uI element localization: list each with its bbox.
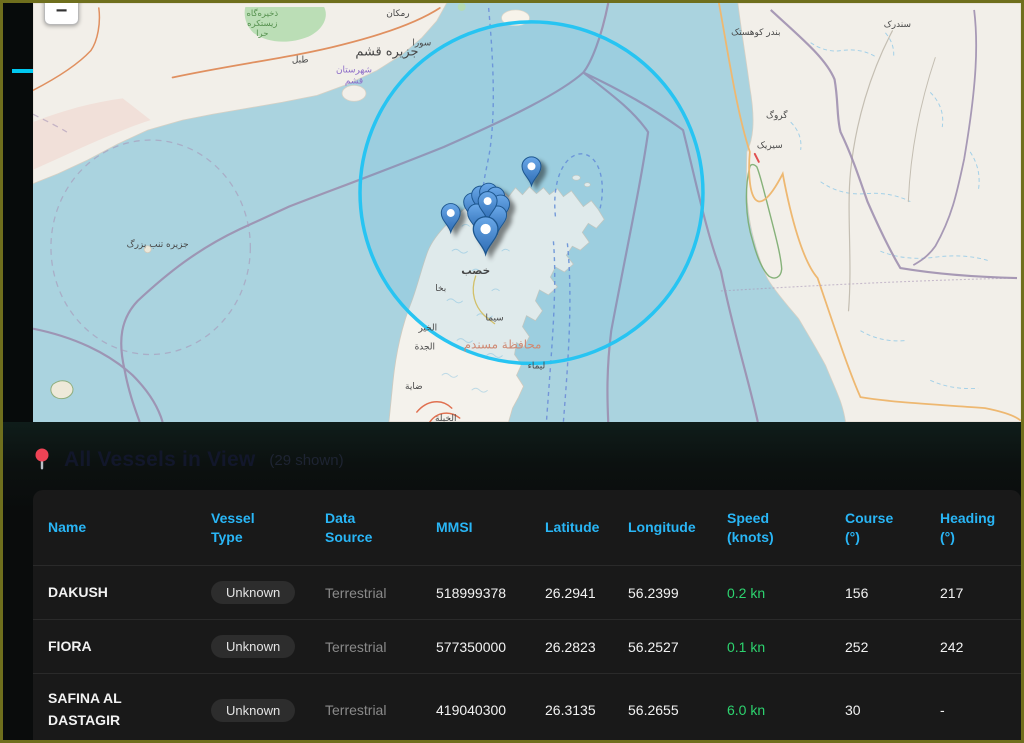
- red-pin-icon: [34, 448, 50, 472]
- mmsi-cell: 419040300: [436, 702, 545, 718]
- label-sondorok: سندرک: [884, 19, 911, 30]
- mmsi-cell: 518999378: [436, 585, 545, 601]
- course-cell: 156: [845, 585, 940, 601]
- vessel-type-badge: Unknown: [211, 699, 295, 722]
- header-longitude: Longitude: [628, 518, 727, 537]
- header-mmsi: MMSI: [436, 518, 545, 537]
- header-name: Name: [48, 518, 211, 537]
- label-bukha: بخا: [435, 284, 446, 294]
- vessel-type-badge: Unknown: [211, 581, 295, 604]
- vessel-name: FIORA: [48, 636, 211, 658]
- label-qeshm-island: جزیره قشم: [355, 45, 418, 60]
- panel-title: All Vessels in View: [64, 448, 255, 472]
- table-row[interactable]: DAKUSH Unknown Terrestrial 518999378 26.…: [33, 565, 1021, 619]
- island-hengam: [342, 85, 366, 101]
- pin-dot: [480, 224, 490, 234]
- label-sirik: سیریک: [757, 141, 783, 151]
- pin-dot: [527, 162, 535, 170]
- label-hara-3: حرا: [256, 28, 268, 38]
- longitude-cell: 56.2655: [628, 702, 727, 718]
- label-bandar-kuhestak: بندر کوهستک: [731, 28, 780, 38]
- vessel-map[interactable]: ذخیره‌گاه زیستکره حرا رمکان سورا جزیره ق…: [33, 3, 1021, 422]
- table-row[interactable]: FIORA Unknown Terrestrial 577350000 26.2…: [33, 619, 1021, 673]
- label-musandam-gov: محافظة مسندم: [464, 338, 542, 352]
- vessel-count: (29 shown): [269, 452, 343, 469]
- speed-cell: 6.0 kn: [727, 702, 845, 718]
- pin-dot: [484, 197, 492, 205]
- latitude-cell: 26.2823: [545, 639, 628, 655]
- label-hara-2: زیستکره: [247, 18, 277, 28]
- course-cell: 30: [845, 702, 940, 718]
- data-source-cell: Terrestrial: [325, 639, 436, 655]
- vessel-table: Name Vessel Type Data Source MMSI Latitu…: [33, 490, 1021, 740]
- vessel-name: DAKUSH: [48, 582, 211, 604]
- vessel-type-cell: Unknown: [211, 581, 325, 604]
- speed-cell: 0.1 kn: [727, 639, 845, 655]
- pin-dot: [447, 209, 455, 217]
- label-sima: سيما: [486, 314, 504, 324]
- label-tabl: طبل: [292, 56, 309, 66]
- label-tunb: جزیره تنب بزرگ: [127, 238, 189, 250]
- vessel-type-badge: Unknown: [211, 635, 295, 658]
- panel-title-row: All Vessels in View (29 shown): [34, 448, 344, 472]
- header-course: Course (°): [845, 509, 940, 547]
- longitude-cell: 56.2399: [628, 585, 727, 601]
- latitude-cell: 26.2941: [545, 585, 628, 601]
- data-source-cell: Terrestrial: [325, 585, 436, 601]
- label-gurug: گروگ: [766, 109, 788, 121]
- label-khublah: الخبلة: [435, 414, 456, 422]
- longitude-cell: 56.2527: [628, 639, 727, 655]
- heading-cell: -: [940, 702, 1021, 718]
- header-latitude: Latitude: [545, 518, 628, 537]
- data-source-cell: Terrestrial: [325, 702, 436, 718]
- heading-cell: 242: [940, 639, 1021, 655]
- header-vessel-type: Vessel Type: [211, 509, 325, 547]
- vessel-type-cell: Unknown: [211, 699, 325, 722]
- mmsi-cell: 577350000: [436, 639, 545, 655]
- label-dayah: ضاية: [405, 382, 423, 392]
- label-khasab: خصب: [461, 265, 490, 277]
- label-limah: ليماء: [528, 361, 546, 371]
- label-qeshm-county-2: قشم: [345, 76, 363, 86]
- table-row[interactable]: SAFINA AL DASTAGIR Unknown Terrestrial 4…: [33, 673, 1021, 740]
- map-canvas: ذخیره‌گاه زیستکره حرا رمکان سورا جزیره ق…: [33, 3, 1021, 422]
- speed-cell: 0.2 kn: [727, 585, 845, 601]
- vessel-name: SAFINA AL DASTAGIR: [48, 688, 211, 731]
- table-header-row: Name Vessel Type Data Source MMSI Latitu…: [33, 490, 1021, 565]
- search-radius-circle: [360, 22, 703, 364]
- label-al-khayr: الخير: [417, 324, 437, 334]
- label-hara-1: ذخیره‌گاه: [246, 8, 278, 18]
- heading-cell: 217: [940, 585, 1021, 601]
- vessel-type-cell: Unknown: [211, 635, 325, 658]
- green-patch: [458, 3, 466, 11]
- header-data-source: Data Source: [325, 509, 436, 547]
- vessels-panel: All Vessels in View (29 shown) Name Vess…: [3, 422, 1021, 740]
- active-tab-indicator: [12, 69, 33, 73]
- header-heading: Heading (°): [940, 509, 1021, 547]
- label-qeshm-county-1: شهرستان: [336, 66, 372, 76]
- course-cell: 252: [845, 639, 940, 655]
- header-speed: Speed (knots): [727, 509, 845, 547]
- island-southwest: [51, 381, 73, 399]
- label-ramkan: رمکان: [386, 9, 409, 19]
- latitude-cell: 26.3135: [545, 702, 628, 718]
- label-al-jadah: الجدة: [415, 343, 435, 353]
- map-zoom-out-button[interactable]: −: [44, 3, 79, 25]
